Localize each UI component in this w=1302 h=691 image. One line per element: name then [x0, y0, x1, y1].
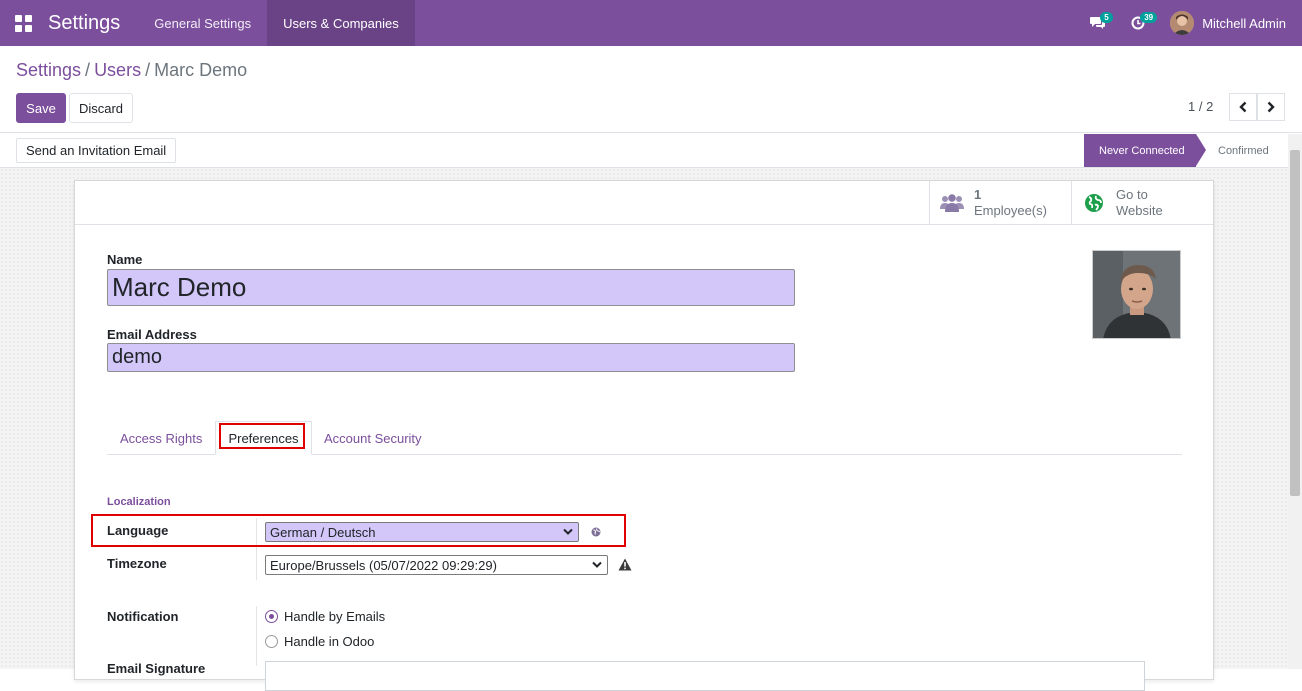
menu-users-companies[interactable]: Users & Companies	[267, 0, 415, 46]
chevron-right-icon	[1267, 101, 1275, 113]
breadcrumb-settings[interactable]: Settings	[16, 60, 81, 81]
scrollbar-thumb[interactable]	[1290, 150, 1300, 496]
name-label: Name	[107, 252, 143, 267]
email-field[interactable]: demo	[107, 343, 795, 372]
user-photo[interactable]	[1092, 250, 1181, 339]
pager-next-button[interactable]	[1257, 93, 1285, 121]
website-label-line2: Website	[1116, 203, 1163, 218]
pager-previous-button[interactable]	[1229, 93, 1257, 121]
avatar	[1170, 11, 1195, 35]
employees-smart-button[interactable]: 1 Employee(s)	[929, 181, 1071, 225]
timezone-label: Timezone	[107, 556, 167, 571]
menu-general-settings[interactable]: General Settings	[138, 0, 267, 46]
form-sheet: 1 Employee(s) Go to Website Name Marc De…	[74, 180, 1214, 691]
notification-option-label: Handle in Odoo	[284, 634, 375, 649]
notification-option-label: Handle by Emails	[284, 609, 386, 624]
column-divider	[256, 606, 257, 666]
stage-never-connected[interactable]: Never Connected	[1084, 134, 1206, 167]
timezone-select[interactable]: Europe/Brussels (05/07/2022 09:29:29)	[265, 555, 608, 575]
timezone-value: Europe/Brussels (05/07/2022 09:29:29)	[270, 557, 497, 573]
systray: 5 39 Mitchell Admin	[1078, 0, 1302, 46]
discard-button[interactable]: Discard	[69, 93, 133, 123]
control-panel: Settings / Users / Marc Demo Save Discar…	[0, 46, 1302, 133]
breadcrumb-separator: /	[85, 60, 91, 80]
localization-group-title: Localization	[107, 496, 171, 508]
go-to-website-button[interactable]: Go to Website	[1071, 181, 1213, 225]
breadcrumb: Settings / Users / Marc Demo	[16, 60, 247, 81]
smart-button-box: 1 Employee(s) Go to Website	[75, 181, 1213, 225]
radio-button[interactable]	[265, 635, 278, 648]
warning-icon[interactable]	[618, 558, 632, 571]
website-label-line1: Go to	[1116, 187, 1148, 202]
top-navbar: Settings General Settings Users & Compan…	[0, 0, 1302, 46]
breadcrumb-users[interactable]: Users	[94, 60, 141, 81]
save-button[interactable]: Save	[16, 93, 66, 123]
activities-badge: 39	[1140, 12, 1158, 23]
user-name: Mitchell Admin	[1202, 15, 1286, 31]
globe-icon	[1085, 194, 1103, 212]
chevron-down-icon	[592, 561, 602, 568]
email-label: Email Address	[107, 327, 197, 342]
activities-button[interactable]: 39	[1118, 0, 1158, 46]
send-invitation-button[interactable]: Send an Invitation Email	[16, 138, 177, 163]
employees-count: 1	[974, 187, 982, 202]
users-icon	[940, 194, 964, 212]
form-statusbar: Send an Invitation Email Never Connected…	[0, 134, 1302, 168]
stage-confirmed[interactable]: Confirmed	[1206, 134, 1286, 167]
chevron-left-icon	[1239, 101, 1247, 113]
messages-button[interactable]: 5	[1078, 0, 1118, 46]
notification-label: Notification	[107, 609, 179, 624]
user-menu[interactable]: Mitchell Admin	[1158, 0, 1302, 46]
language-highlight-box	[91, 514, 626, 547]
messages-badge: 5	[1100, 12, 1113, 23]
tab-account-security[interactable]: Account Security	[311, 421, 435, 455]
radio-button[interactable]	[265, 610, 278, 623]
employees-label: Employee(s)	[974, 203, 1047, 218]
breadcrumb-current: Marc Demo	[154, 60, 248, 80]
notification-option-email[interactable]: Handle by Emails	[265, 609, 385, 624]
app-title[interactable]: Settings	[46, 12, 138, 35]
name-field[interactable]: Marc Demo	[107, 269, 795, 306]
email-signature-editor[interactable]	[265, 661, 1145, 691]
notification-option-odoo[interactable]: Handle in Odoo	[265, 634, 374, 649]
tab-access-rights[interactable]: Access Rights	[107, 421, 215, 455]
breadcrumb-separator: /	[145, 60, 151, 80]
preferences-highlight-box	[219, 423, 305, 449]
apps-grid-icon[interactable]	[0, 0, 46, 46]
pager-value[interactable]: 1 / 2	[1188, 99, 1213, 114]
